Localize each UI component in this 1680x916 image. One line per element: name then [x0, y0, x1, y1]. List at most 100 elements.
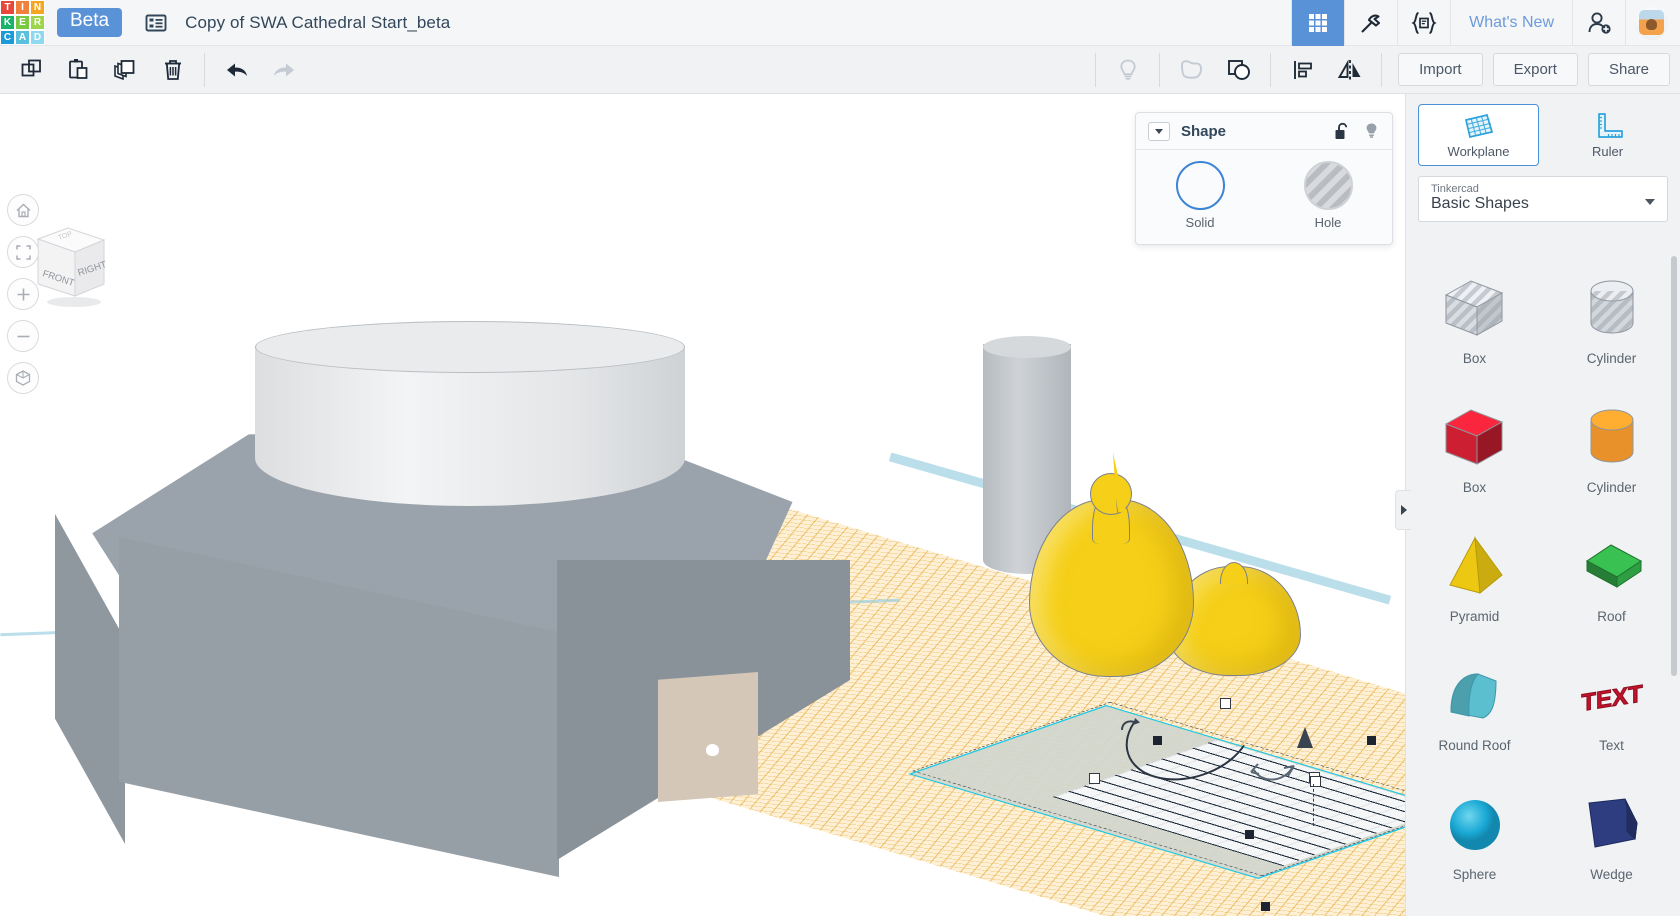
shape-library-select[interactable]: Tinkercad Basic Shapes	[1418, 176, 1668, 222]
beta-button[interactable]: Beta	[57, 8, 123, 37]
home-view-button[interactable]	[7, 194, 39, 226]
shape-item-label: Cylinder	[1586, 351, 1637, 366]
divider	[1095, 52, 1097, 87]
white-cylinder-top[interactable]	[255, 321, 685, 373]
undo-button[interactable]	[213, 46, 260, 94]
shape-item-text[interactable]: TEXT Text	[1543, 633, 1680, 762]
hole-swatch	[1303, 161, 1353, 210]
sidebar-scrollbar[interactable]	[1671, 256, 1677, 676]
hole-label: Hole	[1314, 215, 1342, 230]
export-button[interactable]: Export	[1492, 53, 1578, 86]
copy-button[interactable]	[8, 46, 55, 94]
shape-item-label: Box	[1462, 480, 1487, 495]
scale-handle-edge[interactable]	[1153, 736, 1162, 745]
chevron-down-icon[interactable]	[1148, 121, 1170, 141]
logo-tile-i: I	[15, 0, 30, 15]
logo-tile-t: T	[0, 0, 15, 15]
shape-thumbnail	[1575, 789, 1649, 859]
zoom-out-button[interactable]	[7, 320, 39, 352]
zoom-in-button[interactable]	[7, 278, 39, 310]
edit-toolbar: Import Export Share	[0, 46, 1680, 94]
library-value: Basic Shapes	[1431, 195, 1529, 212]
sidebar-item-ruler[interactable]: Ruler	[1547, 104, 1668, 166]
grid-apps-icon[interactable]	[1292, 0, 1345, 46]
shape-item-cylinder[interactable]: Cylinder	[1543, 246, 1680, 375]
tinkercad-logo[interactable]: TINKERCAD	[0, 0, 45, 46]
scale-handle-center[interactable]	[1310, 776, 1321, 787]
perspective-toggle-button[interactable]	[7, 362, 39, 394]
shape-panel-body: Solid Hole	[1136, 150, 1392, 230]
divider	[1625, 0, 1626, 46]
logo-tile-a: A	[15, 29, 30, 45]
share-button[interactable]: Share	[1587, 53, 1670, 86]
duplicate-button[interactable]	[102, 46, 149, 94]
sidebar-item-ruler-label: Ruler	[1591, 144, 1624, 159]
shape-item-round-roof[interactable]: Round Roof	[1406, 633, 1543, 762]
paste-button[interactable]	[55, 46, 102, 94]
shape-item-box[interactable]: Box	[1406, 246, 1543, 375]
onion-dome-finial-ball	[1090, 473, 1132, 515]
solid-swatch	[1175, 161, 1225, 210]
delete-button[interactable]	[149, 46, 196, 94]
group-button	[1168, 46, 1215, 94]
import-button[interactable]: Import	[1398, 53, 1483, 86]
logo-tile-k: K	[0, 14, 15, 30]
shape-item-roof[interactable]: Roof	[1543, 504, 1680, 633]
shape-panel-header: Shape	[1136, 113, 1392, 150]
tall-cylinder-top[interactable]	[983, 336, 1071, 358]
align-button[interactable]	[1279, 46, 1326, 94]
shape-thumbnail	[1438, 273, 1512, 343]
divider	[204, 52, 205, 87]
scale-handle-corner[interactable]	[1220, 698, 1231, 709]
scale-handle-edge[interactable]	[1245, 830, 1254, 839]
beige-door-panel[interactable]	[658, 672, 758, 802]
scale-handle-corner[interactable]	[1089, 773, 1100, 784]
extrude-cone-handle[interactable]	[1295, 726, 1315, 750]
shape-item-box[interactable]: Box	[1406, 375, 1543, 504]
shape-item-label: Wedge	[1590, 867, 1633, 882]
shape-item-label: Text	[1599, 738, 1624, 753]
avatar[interactable]	[1634, 5, 1668, 40]
shape-thumbnail	[1575, 531, 1649, 601]
logo-tile-c: C	[0, 29, 15, 45]
sidebar-item-workplane[interactable]: Workplane	[1418, 104, 1539, 166]
codeblocks-icon[interactable]	[1398, 0, 1450, 46]
design-list-icon[interactable]	[144, 11, 168, 35]
mirror-button[interactable]	[1326, 46, 1373, 94]
collapse-panel-button[interactable]	[1395, 490, 1411, 530]
lightbulb-icon[interactable]	[1363, 122, 1380, 141]
hammer-icon[interactable]	[1345, 0, 1397, 46]
shape-thumbnail	[1575, 273, 1649, 343]
unlock-icon[interactable]	[1334, 122, 1351, 141]
shape-item-label: Cylinder	[1586, 480, 1637, 495]
shape-thumbnail	[1438, 531, 1512, 601]
scale-handle-edge[interactable]	[1261, 902, 1270, 911]
shape-item-label: Box	[1462, 351, 1487, 366]
shape-item-cylinder[interactable]: Cylinder	[1543, 375, 1680, 504]
scale-handle-edge[interactable]	[1367, 736, 1376, 745]
shape-item-pyramid[interactable]: Pyramid	[1406, 504, 1543, 633]
divider	[1159, 52, 1161, 87]
chevron-right-icon	[1400, 505, 1407, 515]
solid-option[interactable]: Solid	[1136, 161, 1264, 230]
sidebar-tools: Workplane Ruler	[1406, 94, 1680, 174]
fit-to-view-button[interactable]	[7, 236, 39, 268]
shape-properties-panel[interactable]: Shape Solid Hole	[1135, 112, 1393, 245]
avatar-image	[1638, 10, 1664, 35]
solid-label: Solid	[1185, 215, 1215, 230]
shapes-sidebar: Workplane Ruler Tinkercad Basic Shapes B…	[1405, 94, 1680, 916]
svg-text:TEXT: TEXT	[1581, 680, 1643, 717]
ungroup-button[interactable]	[1215, 46, 1262, 94]
shape-item-sphere[interactable]: Sphere	[1406, 762, 1543, 891]
logo-tile-n: N	[30, 0, 45, 15]
shape-library-grid[interactable]: Box Cylinder Box Cylinder Pyramid Roof R…	[1406, 246, 1680, 916]
shape-item-label: Sphere	[1452, 867, 1497, 882]
chevron-down-icon	[1645, 199, 1655, 205]
shape-item-wedge[interactable]: Wedge	[1543, 762, 1680, 891]
hole-option[interactable]: Hole	[1264, 161, 1392, 230]
add-person-icon[interactable]	[1573, 0, 1625, 46]
divider	[1270, 52, 1272, 87]
whats-new-link[interactable]: What's New	[1451, 14, 1572, 32]
top-bar: TINKERCAD Beta Copy of SWA Cathedral Sta…	[0, 0, 1680, 46]
divider	[1381, 52, 1383, 87]
